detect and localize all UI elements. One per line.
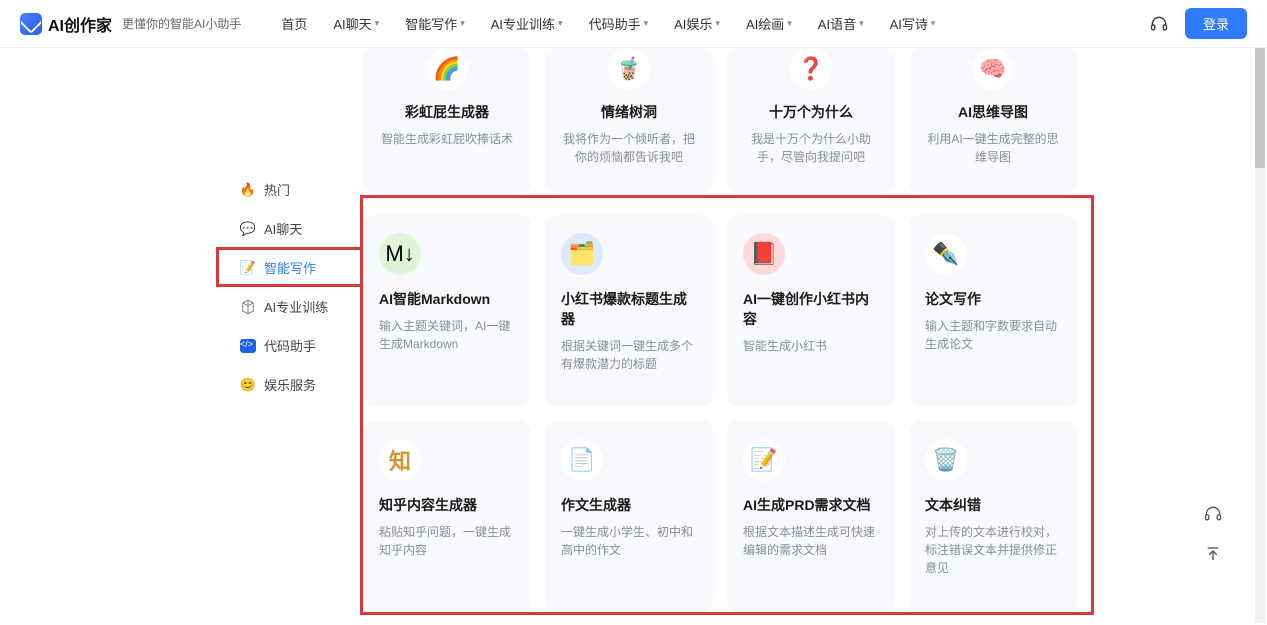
card-title: AI思维导图 xyxy=(925,102,1061,122)
float-headset-icon[interactable] xyxy=(1199,500,1227,528)
top-card-2[interactable]: ❓ 十万个为什么我是十万个为什么小助手，尽管向我提问吧 xyxy=(727,48,895,193)
nav: 首页 AI聊天▾ 智能写作▾ AI专业训练▾ 代码助手▾ AI娱乐▾ AI绘画▾ AI语音▾ A… xyxy=(281,14,935,33)
card-icon: 🧠 xyxy=(972,48,1014,90)
card-title: 彩虹屁生成器 xyxy=(379,102,515,122)
nav-item-1[interactable]: AI聊天▾ xyxy=(333,14,379,33)
chevron-down-icon: ▾ xyxy=(715,18,720,29)
card-title: 情绪树洞 xyxy=(561,102,697,122)
sidebar-item-fire[interactable]: 🔥 热门 xyxy=(228,170,358,209)
sidebar-item-cube[interactable]: AI专业训练 xyxy=(228,287,358,326)
chevron-down-icon: ▾ xyxy=(644,18,649,29)
nav-item-5[interactable]: AI娱乐▾ xyxy=(674,14,720,33)
chevron-down-icon: ▾ xyxy=(460,18,465,29)
top-card-1[interactable]: 🧋 情绪树洞我将作为一个倾听者，把你的烦恼都告诉我吧 xyxy=(545,48,713,193)
sidebar-item-label: 热门 xyxy=(264,180,290,199)
chevron-down-icon: ▾ xyxy=(859,18,864,29)
fire-icon: 🔥 xyxy=(240,182,256,198)
header: AI创作家 更懂你的智能AI小助手 首页 AI聊天▾ 智能写作▾ AI专业训练▾ 代码助… xyxy=(0,0,1267,48)
card-icon: ❓ xyxy=(790,48,832,90)
scrollbar-thumb[interactable] xyxy=(1255,48,1265,168)
card-desc: 我是十万个为什么小助手，尽管向我提问吧 xyxy=(743,130,879,166)
top-card-3[interactable]: 🧠 AI思维导图利用AI一键生成完整的思维导图 xyxy=(909,48,1077,193)
code-icon: </> xyxy=(240,338,256,354)
header-right: 登录 xyxy=(1149,8,1247,39)
logo-icon xyxy=(20,13,42,35)
sidebar-highlight-box xyxy=(216,247,366,287)
scrollbar[interactable] xyxy=(1255,48,1265,623)
smile-icon: 😊 xyxy=(240,377,256,393)
nav-item-8[interactable]: AI写诗▾ xyxy=(890,14,936,33)
chevron-down-icon: ▾ xyxy=(375,18,380,29)
chevron-down-icon: ▾ xyxy=(558,18,563,29)
sidebar-item-code[interactable]: </> 代码助手 xyxy=(228,326,358,365)
nav-item-3[interactable]: AI专业训练▾ xyxy=(491,14,563,33)
sidebar-item-smile[interactable]: 😊 娱乐服务 xyxy=(228,365,358,404)
logo[interactable]: AI创作家 xyxy=(20,12,112,36)
sidebar: 🔥热门💬AI聊天📝智能写作AI专业训练</>代码助手😊娱乐服务 xyxy=(228,170,358,404)
cube-icon xyxy=(240,299,256,315)
tagline: 更懂你的智能AI小助手 xyxy=(122,15,241,32)
card-title: 十万个为什么 xyxy=(743,102,879,122)
nav-item-2[interactable]: 智能写作▾ xyxy=(405,14,465,33)
card-desc: 利用AI一键生成完整的思维导图 xyxy=(925,130,1061,166)
login-button[interactable]: 登录 xyxy=(1185,8,1247,39)
card-desc: 智能生成彩虹屁吹捧话术 xyxy=(379,130,515,148)
chevron-down-icon: ▾ xyxy=(931,18,936,29)
top-row: 🌈 彩虹屁生成器智能生成彩虹屁吹捧话术 🧋 情绪树洞我将作为一个倾听者，把你的烦恼都告… xyxy=(363,48,1067,193)
headset-icon[interactable] xyxy=(1149,14,1169,34)
nav-item-4[interactable]: 代码助手▾ xyxy=(589,14,649,33)
sidebar-item-label: AI专业训练 xyxy=(264,297,328,316)
chat-icon: 💬 xyxy=(240,221,256,237)
sidebar-item-label: AI聊天 xyxy=(264,219,302,238)
chevron-down-icon: ▾ xyxy=(787,18,792,29)
red-highlight-box xyxy=(360,195,1094,615)
nav-item-7[interactable]: AI语音▾ xyxy=(818,14,864,33)
nav-item-0[interactable]: 首页 xyxy=(281,14,307,33)
card-desc: 我将作为一个倾听者，把你的烦恼都告诉我吧 xyxy=(561,130,697,166)
float-top-icon[interactable] xyxy=(1199,540,1227,568)
sidebar-item-label: 娱乐服务 xyxy=(264,375,316,394)
sidebar-item-label: 代码助手 xyxy=(264,336,316,355)
nav-item-6[interactable]: AI绘画▾ xyxy=(746,14,792,33)
brand-name: AI创作家 xyxy=(48,12,112,36)
card-icon: 🧋 xyxy=(608,48,650,90)
card-icon: 🌈 xyxy=(426,48,468,90)
sidebar-item-chat[interactable]: 💬 AI聊天 xyxy=(228,209,358,248)
top-card-0[interactable]: 🌈 彩虹屁生成器智能生成彩虹屁吹捧话术 xyxy=(363,48,531,193)
